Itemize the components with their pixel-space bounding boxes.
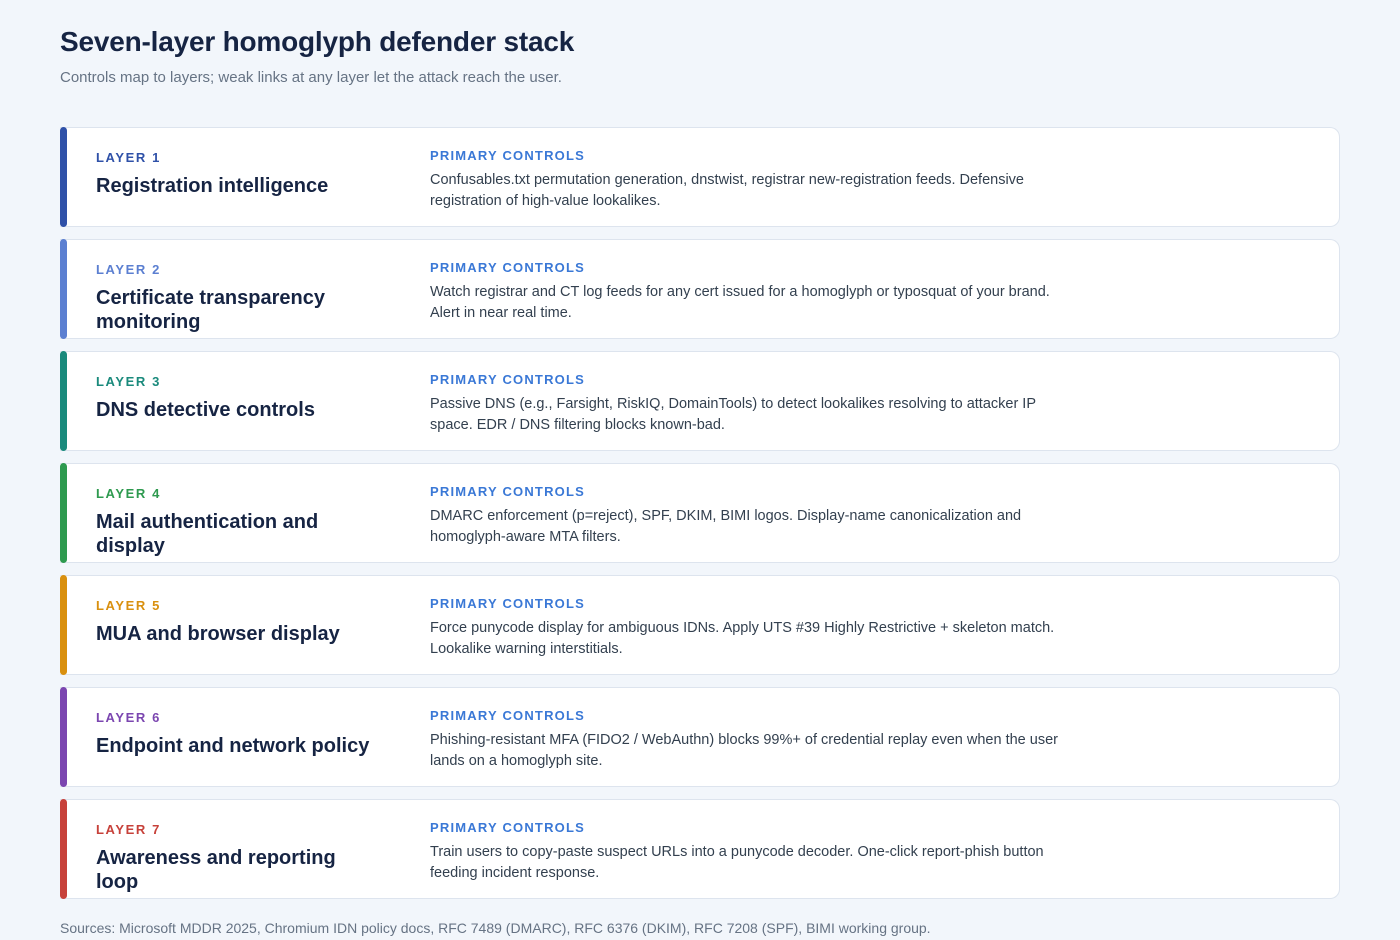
layer-name: DNS detective controls <box>96 399 315 421</box>
layer-card-5: LAYER 5 MUA and browser display PRIMARY … <box>60 575 1340 675</box>
layer-name: Mail authentication and display <box>96 511 319 557</box>
controls-label: PRIMARY CONTROLS <box>430 484 585 499</box>
layer-accent-bar <box>60 575 67 675</box>
layer-accent-bar <box>60 687 67 787</box>
controls-text: Train users to copy-paste suspect URLs i… <box>430 844 1044 881</box>
controls-text: Phishing-resistant MFA (FIDO2 / WebAuthn… <box>430 732 1058 769</box>
layer-heading: LAYER 7 Awareness and reporting loop <box>96 822 376 894</box>
controls-label: PRIMARY CONTROLS <box>430 260 585 275</box>
layer-controls: PRIMARY CONTROLS DMARC enforcement (p=re… <box>430 484 1060 548</box>
layer-number: LAYER 6 <box>96 710 161 725</box>
layer-number: LAYER 4 <box>96 486 161 501</box>
controls-text: Confusables.txt permutation generation, … <box>430 172 1024 209</box>
layer-card-4: LAYER 4 Mail authentication and display … <box>60 463 1340 563</box>
controls-label: PRIMARY CONTROLS <box>430 820 585 835</box>
controls-text: Passive DNS (e.g., Farsight, RiskIQ, Dom… <box>430 396 1036 433</box>
controls-label: PRIMARY CONTROLS <box>430 148 585 163</box>
layer-number: LAYER 5 <box>96 598 161 613</box>
layer-name: Certificate transparency monitoring <box>96 287 325 333</box>
layer-heading: LAYER 1 Registration intelligence <box>96 150 376 198</box>
layer-card-6: LAYER 6 Endpoint and network policy PRIM… <box>60 687 1340 787</box>
page-subtitle: Controls map to layers; weak links at an… <box>60 69 562 86</box>
layer-heading: LAYER 5 MUA and browser display <box>96 598 376 646</box>
layer-heading: LAYER 3 DNS detective controls <box>96 374 376 422</box>
layer-accent-bar <box>60 239 67 339</box>
layer-name: Awareness and reporting loop <box>96 847 336 893</box>
layer-heading: LAYER 2 Certificate transparency monitor… <box>96 262 376 334</box>
layer-name: Endpoint and network policy <box>96 735 370 757</box>
layer-card-2: LAYER 2 Certificate transparency monitor… <box>60 239 1340 339</box>
layer-accent-bar <box>60 799 67 899</box>
layer-heading: LAYER 6 Endpoint and network policy <box>96 710 376 758</box>
layer-number: LAYER 2 <box>96 262 161 277</box>
layer-controls: PRIMARY CONTROLS Confusables.txt permuta… <box>430 148 1060 212</box>
layer-accent-bar <box>60 463 67 563</box>
layer-controls: PRIMARY CONTROLS Train users to copy-pas… <box>430 820 1060 884</box>
sources-footnote: Sources: Microsoft MDDR 2025, Chromium I… <box>60 920 931 936</box>
layer-number: LAYER 3 <box>96 374 161 389</box>
controls-text: DMARC enforcement (p=reject), SPF, DKIM,… <box>430 508 1022 545</box>
layer-card-3: LAYER 3 DNS detective controls PRIMARY C… <box>60 351 1340 451</box>
layer-card-1: LAYER 1 Registration intelligence PRIMAR… <box>60 127 1340 227</box>
layer-accent-bar <box>60 127 67 227</box>
layer-number: LAYER 1 <box>96 150 161 165</box>
layer-controls: PRIMARY CONTROLS Watch registrar and CT … <box>430 260 1060 324</box>
layer-controls: PRIMARY CONTROLS Passive DNS (e.g., Fars… <box>430 372 1060 436</box>
controls-label: PRIMARY CONTROLS <box>430 372 585 387</box>
controls-label: PRIMARY CONTROLS <box>430 708 585 723</box>
controls-text: Watch registrar and CT log feeds for any… <box>430 284 1050 321</box>
layer-stack: LAYER 1 Registration intelligence PRIMAR… <box>60 127 1340 911</box>
layer-heading: LAYER 4 Mail authentication and display <box>96 486 376 558</box>
layer-name: MUA and browser display <box>96 623 340 645</box>
controls-label: PRIMARY CONTROLS <box>430 596 585 611</box>
layer-controls: PRIMARY CONTROLS Phishing-resistant MFA … <box>430 708 1060 772</box>
page-title: Seven-layer homoglyph defender stack <box>60 26 575 57</box>
layer-number: LAYER 7 <box>96 822 161 837</box>
layer-card-7: LAYER 7 Awareness and reporting loop PRI… <box>60 799 1340 899</box>
controls-text: Force punycode display for ambiguous IDN… <box>430 620 1055 657</box>
layer-accent-bar <box>60 351 67 451</box>
layer-name: Registration intelligence <box>96 175 329 197</box>
layer-controls: PRIMARY CONTROLS Force punycode display … <box>430 596 1060 660</box>
